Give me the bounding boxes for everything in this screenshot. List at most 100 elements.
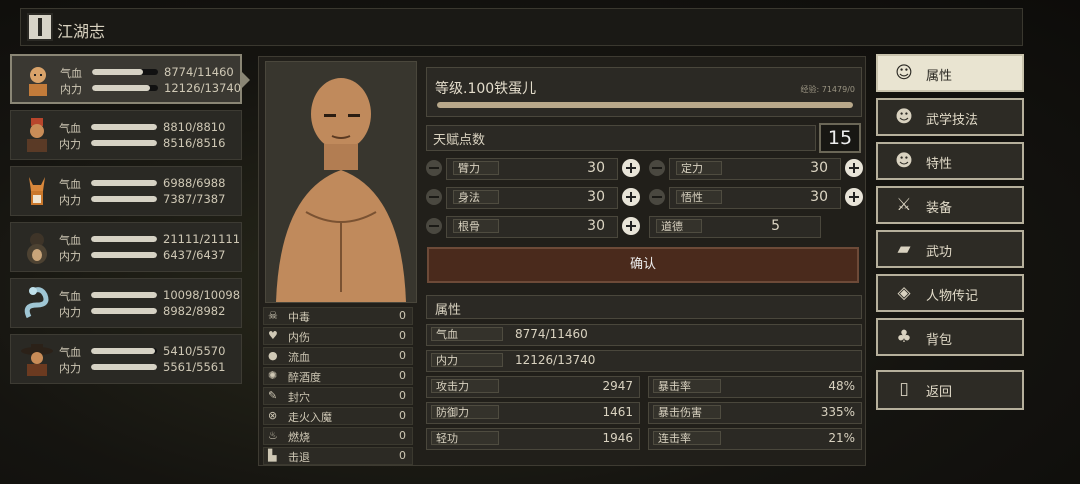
- decrease-constitution-button[interactable]: [426, 218, 442, 234]
- menu-martial-arts-techniques[interactable]: ☻ 武学技法: [876, 98, 1024, 136]
- blood-drop-icon: ●: [268, 349, 278, 362]
- hp-label: 气血: [59, 346, 81, 359]
- hp-value: 5410/5570: [163, 344, 226, 358]
- hp-value: 10098/10098: [163, 288, 241, 302]
- attr-attack: 攻击力 2947: [426, 376, 640, 398]
- character-panel: ☠ 中毒 0 ♥ 内伤 0 ● 流血 0 ✺ 醉酒度 0 ✎ 封穴 0 ⊗ 走火入魔 0 ♨ 燃烧 0 ▙ 击…: [258, 56, 866, 466]
- increase-insight-button[interactable]: [845, 188, 863, 206]
- mp-value: 6437/6437: [163, 248, 226, 262]
- mp-value: 5561/5561: [163, 360, 226, 374]
- attr-crit-rate: 暴击率 48%: [648, 376, 862, 398]
- mp-label: 内力: [59, 138, 81, 151]
- hp-value: 21111/21111: [163, 232, 241, 246]
- sword-icon: ⚔: [896, 195, 912, 215]
- decrease-agility-button[interactable]: [426, 189, 442, 205]
- mp-bar: [91, 364, 157, 370]
- menu-equipment[interactable]: ⚔ 装备: [876, 186, 1024, 224]
- hp-bar: [92, 69, 158, 75]
- selected-arrow-icon: [242, 72, 250, 88]
- status-burning: ♨ 燃烧 0: [263, 427, 413, 445]
- mp-value: 7387/7387: [163, 192, 226, 206]
- side-menu: ☺ 属性 ☻ 武学技法 ☻ 特性 ⚔ 装备 ▰ 武功 ◈ 人物传记 ♣ 背包 ▯ 返回: [876, 54, 1024, 416]
- talent-points-value: 15: [819, 123, 861, 153]
- exp-bar: [437, 102, 853, 108]
- biography-icon: ◈: [897, 283, 911, 303]
- increase-agility-button[interactable]: [622, 188, 640, 206]
- menu-attributes[interactable]: ☺ 属性: [876, 54, 1024, 92]
- mp-bar: [91, 252, 157, 258]
- hp-value: 6988/6988: [163, 176, 226, 190]
- status-sealed: ✎ 封穴 0: [263, 387, 413, 405]
- hp-bar: [91, 292, 157, 298]
- mp-bar: [91, 140, 157, 146]
- attr-lightness: 轻功 1946: [426, 428, 640, 450]
- monk-avatar-icon: [29, 67, 47, 96]
- hp-bar: [91, 180, 157, 186]
- snake-avatar-icon: [24, 287, 49, 319]
- mp-label: 内力: [59, 362, 81, 375]
- header-bar: 江湖志: [20, 8, 1023, 46]
- increase-composure-button[interactable]: [845, 159, 863, 177]
- talent-label: 天赋点数: [433, 133, 486, 148]
- hp-label: 气血: [59, 234, 81, 247]
- drunk-icon: ✺: [268, 369, 278, 382]
- menu-back[interactable]: ▯ 返回: [876, 370, 1024, 410]
- character-portrait: [265, 61, 417, 303]
- decrease-composure-button[interactable]: [649, 160, 665, 176]
- fox-avatar-icon: [29, 177, 45, 205]
- decrease-insight-button[interactable]: [649, 189, 665, 205]
- exp-text: 经验: 71479/0: [800, 85, 855, 94]
- attributes-header: 属性: [426, 295, 862, 319]
- hp-bar: [91, 348, 157, 354]
- party-member-6[interactable]: 气血 5410/5570 内力 5561/5561: [10, 334, 242, 384]
- status-bleeding: ● 流血 0: [263, 347, 413, 365]
- hp-label: 气血: [60, 67, 82, 80]
- seal-icon: ✎: [268, 389, 278, 402]
- mp-value: 8516/8516: [163, 136, 226, 150]
- mp-label: 内力: [59, 306, 81, 319]
- hp-value: 8774/11460: [164, 65, 234, 79]
- level-box: 等级.100铁蛋儿 经验: 71479/0: [426, 67, 862, 117]
- fire-icon: ♨: [268, 429, 278, 442]
- status-drunk: ✺ 醉酒度 0: [263, 367, 413, 385]
- increase-strength-button[interactable]: [622, 159, 640, 177]
- hp-label: 气血: [59, 122, 81, 135]
- party-member-3[interactable]: 气血 6988/6988 内力 7387/7387: [10, 166, 242, 216]
- mp-bar: [91, 308, 157, 314]
- party-member-2[interactable]: 气血 8810/8810 内力 8516/8516: [10, 110, 242, 160]
- broken-heart-icon: ♥: [268, 329, 278, 342]
- menu-traits[interactable]: ☻ 特性: [876, 142, 1024, 180]
- menu-bag[interactable]: ♣ 背包: [876, 318, 1024, 356]
- page-title: 江湖志: [57, 22, 106, 41]
- party-member-5[interactable]: 气血 10098/10098 内力 8982/8982: [10, 278, 242, 328]
- status-effects-list: ☠ 中毒 0 ♥ 内伤 0 ● 流血 0 ✺ 醉酒度 0 ✎ 封穴 0 ⊗ 走火入魔 0 ♨ 燃烧 0 ▙ 击…: [263, 307, 413, 467]
- party-member-1[interactable]: 气血 8774/11460 内力 12126/13740: [10, 54, 250, 104]
- mp-bar: [92, 85, 158, 91]
- attr-combo-rate: 连击率 21%: [648, 428, 862, 450]
- attr-hp-row: 气血 8774/11460: [426, 324, 862, 346]
- party-list: 气血 8774/11460 内力 12126/13740 气血 8810/8810 内…: [10, 54, 250, 390]
- decrease-strength-button[interactable]: [426, 160, 442, 176]
- status-knockback: ▙ 击退 0: [263, 447, 413, 465]
- attr-defense: 防御力 1461: [426, 402, 640, 424]
- mp-bar: [91, 196, 157, 202]
- talent-points-label-box: 天赋点数: [426, 125, 816, 151]
- book-icon: [27, 13, 53, 41]
- hp-bar: [91, 124, 157, 130]
- hp-label: 气血: [59, 290, 81, 303]
- confirm-button[interactable]: 确认: [427, 247, 859, 283]
- attr-crit-damage: 暴击伤害 335%: [648, 402, 862, 424]
- mp-label: 内力: [59, 194, 81, 207]
- skull-icon: ☠: [268, 309, 278, 322]
- menu-martial-skills[interactable]: ▰ 武功: [876, 230, 1024, 268]
- madness-icon: ⊗: [268, 409, 278, 422]
- hp-label: 气血: [59, 178, 81, 191]
- hp-value: 8810/8810: [163, 120, 226, 134]
- status-poison: ☠ 中毒 0: [263, 307, 413, 325]
- increase-constitution-button[interactable]: [622, 217, 640, 235]
- mp-label: 内力: [59, 250, 81, 263]
- menu-biography[interactable]: ◈ 人物传记: [876, 274, 1024, 312]
- party-member-4[interactable]: 气血 21111/21111 内力 6437/6437: [10, 222, 242, 272]
- mp-value: 12126/13740: [164, 81, 242, 95]
- bag-icon: ♣: [896, 327, 912, 347]
